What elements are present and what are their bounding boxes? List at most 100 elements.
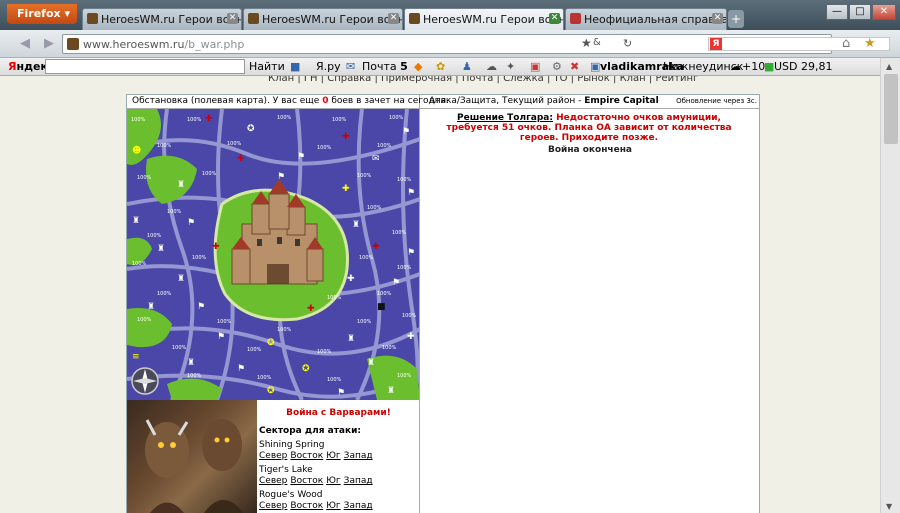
compass-icon (131, 367, 159, 395)
site-menu[interactable]: Клан | ГН | Справка | Примерочная | Почт… (268, 76, 698, 84)
sector-direction-north[interactable]: Север (259, 501, 287, 511)
svg-text:100%: 100% (131, 117, 146, 123)
sector-direction-south[interactable]: Юг (326, 501, 340, 511)
scroll-up-icon[interactable]: ▲ (886, 62, 892, 71)
settings-gear-icon[interactable]: ⚙ (552, 60, 562, 73)
maximize-button[interactable]: □ (849, 4, 871, 20)
sector-direction-east[interactable]: Восток (290, 476, 323, 486)
yaru-button[interactable]: Я.ру (316, 60, 341, 73)
site-identity-icon (67, 38, 79, 50)
svg-text:⚑: ⚑ (217, 332, 225, 342)
weather-icon[interactable]: ☁ (486, 60, 497, 73)
sector-direction-west[interactable]: Запад (344, 476, 373, 486)
tab-4[interactable]: Неофициальная справка п...✕ (565, 8, 727, 30)
ampersand-icon[interactable]: & (593, 37, 601, 48)
svg-text:♜: ♜ (177, 180, 185, 190)
sector-direction-east[interactable]: Восток (290, 501, 323, 511)
svg-text:♜: ♜ (132, 216, 140, 226)
firefox-menu-button[interactable]: Firefox ▾ (7, 4, 77, 24)
close-icon[interactable]: ✕ (227, 13, 238, 24)
close-icon[interactable]: ✕ (388, 13, 399, 24)
music-icon[interactable]: ▣ (530, 60, 540, 73)
svg-text:100%: 100% (167, 209, 182, 215)
sector-direction-north[interactable]: Север (259, 451, 287, 461)
svg-text:100%: 100% (402, 313, 417, 319)
tab-1[interactable]: HeroesWM.ru Герои войны ...✕ (82, 8, 242, 30)
svg-text:100%: 100% (257, 375, 272, 381)
star-rating-icon[interactable]: ✿ (436, 60, 445, 73)
svg-text:100%: 100% (137, 317, 152, 323)
map-graphic: 100% 100% 100% 100% 100% 100% 100% 100% 100% 10… (127, 109, 419, 400)
scroll-down-icon[interactable]: ▼ (886, 502, 892, 511)
svg-text:100%: 100% (367, 205, 382, 211)
svg-text:100%: 100% (277, 327, 292, 333)
new-tab-button[interactable]: + (728, 10, 744, 28)
cloud-icon: ☁ (730, 60, 741, 73)
back-arrow-icon[interactable]: ◀ (16, 36, 34, 52)
vertical-scrollbar[interactable]: ▲ ▼ (880, 58, 900, 513)
close-icon[interactable]: ✕ (712, 13, 723, 24)
svg-text:100%: 100% (192, 255, 207, 261)
navigation-bar: ◀ ▶ www.heroeswm.ru/b_war.php ★ & ↻ Я ⌂ … (0, 30, 900, 58)
svg-text:100%: 100% (397, 373, 412, 379)
find-button[interactable]: Найти (249, 60, 285, 73)
tab-3-active[interactable]: HeroesWM.ru Герои войны ...✕ (404, 8, 564, 30)
address-bar[interactable]: www.heroeswm.ru/b_war.php ★ & ↻ Я (62, 34, 890, 54)
svg-text:♜: ♜ (177, 274, 185, 284)
forward-arrow-icon[interactable]: ▶ (40, 36, 58, 52)
svg-text:✚: ✚ (347, 274, 355, 284)
yandex-bar-search-input[interactable] (45, 59, 245, 74)
home-icon[interactable]: ⌂ (842, 36, 850, 51)
svg-text:100%: 100% (357, 319, 372, 325)
svg-text:⚑: ⚑ (237, 364, 245, 374)
svg-text:✚: ✚ (342, 184, 350, 194)
browser-window: Firefox ▾ HeroesWM.ru Герои войны ...✕ H… (0, 0, 900, 513)
close-window-button[interactable]: ✕ (872, 4, 896, 20)
people-icon[interactable]: ♟ (462, 60, 472, 73)
attack-panel: Решение Толгара: Недостаточно очков амун… (420, 109, 760, 513)
sector-name: Tiger's Lake (259, 465, 313, 475)
field-map[interactable]: 100% 100% 100% 100% 100% 100% 100% 100% 100% 10… (127, 109, 420, 400)
tab-2[interactable]: HeroesWM.ru Герои войны ...✕ (243, 8, 403, 30)
chat-icon[interactable]: ✦ (506, 60, 515, 73)
scroll-thumb[interactable] (884, 74, 898, 144)
sector-direction-north[interactable]: Север (259, 476, 287, 486)
war-over-label: Война окончена (547, 145, 633, 155)
sector-direction-south[interactable]: Юг (326, 451, 340, 461)
sector-direction-west[interactable]: Запад (344, 501, 373, 511)
mail-button[interactable]: Почта 5 (362, 60, 408, 73)
tab-label: HeroesWM.ru Герои войны ... (262, 13, 402, 26)
minimize-button[interactable]: — (826, 4, 848, 20)
site-favicon-icon (248, 13, 259, 24)
yandex-search-input[interactable]: Я (708, 37, 890, 51)
sectors-title: Сектора для атаки: (259, 426, 362, 436)
svg-text:100%: 100% (137, 175, 152, 181)
sector-name: Shining Spring (259, 440, 325, 450)
translate-icon[interactable]: ✖ (570, 60, 579, 73)
site-favicon-icon (409, 13, 420, 24)
sector-direction-south[interactable]: Юг (326, 476, 340, 486)
svg-text:100%: 100% (317, 145, 332, 151)
decision-link[interactable]: Решение Толгара: (457, 113, 553, 123)
sector-direction-west[interactable]: Запад (344, 451, 373, 461)
svg-text:100%: 100% (392, 230, 407, 236)
tab-label: HeroesWM.ru Герои войны ... (101, 13, 241, 26)
close-icon[interactable]: ✕ (549, 13, 560, 24)
fox-icon[interactable]: ◆ (414, 60, 422, 73)
svg-text:100%: 100% (187, 373, 202, 379)
info-icon[interactable]: ▣ (590, 60, 600, 73)
svg-text:100%: 100% (277, 115, 292, 121)
bookmark-star-icon[interactable]: ★ (581, 36, 592, 50)
svg-text:■: ■ (377, 302, 386, 312)
svg-text:✚: ✚ (342, 132, 350, 142)
sector-item: Shining Spring Север Восток Юг Запад (259, 440, 419, 462)
svg-text:100%: 100% (132, 261, 147, 267)
svg-text:☻: ☻ (132, 145, 141, 156)
sector-item: Tiger's Lake Север Восток Юг Запад (259, 465, 419, 487)
temperature-label: +10 (742, 60, 766, 73)
bookmarks-star-icon[interactable]: ★ (864, 36, 876, 51)
sector-item: Rogue's Wood Север Восток Юг Запад (259, 490, 419, 512)
war-info: Война с Варварами! Сектора для атаки: Sh… (127, 400, 420, 513)
sector-direction-east[interactable]: Восток (290, 451, 323, 461)
reload-icon[interactable]: ↻ (623, 37, 632, 50)
